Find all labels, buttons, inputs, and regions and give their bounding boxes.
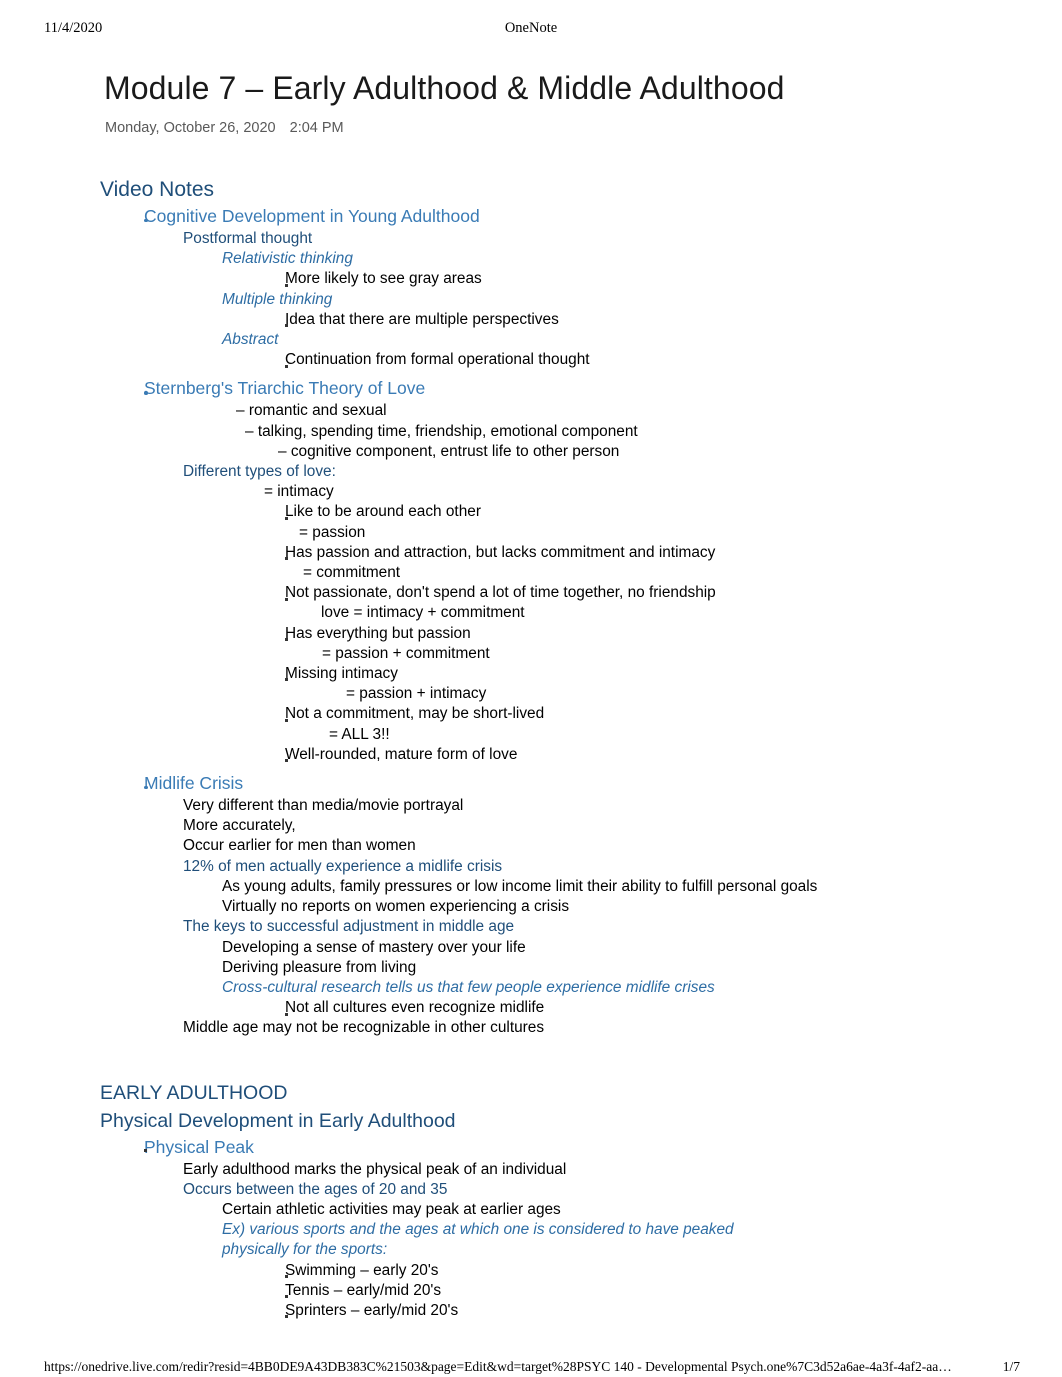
heading-early-adulthood: EARLY ADULTHOOD — [100, 1081, 288, 1104]
text-eq-intimacy-commitment: love = intimacy + commitment — [321, 604, 525, 622]
text-multiple-thinking: Multiple thinking — [222, 290, 333, 308]
text-love-liking-label: Like to be around each other — [285, 503, 481, 521]
text-multiple-detail: Idea that there are multiple perspective… — [263, 310, 1062, 330]
text-multiple-detail-label: Idea that there are multiple perspective… — [285, 310, 559, 328]
text-sport-swimming: Swimming – early 20's — [285, 1261, 439, 1279]
text-love-liking: Like to be around each other — [263, 502, 1062, 522]
text-key-1: Developing a sense of mastery over your … — [222, 938, 526, 956]
text-eq-intimacy: = intimacy — [264, 483, 334, 501]
text-sport-tennis: Tennis – early/mid 20's — [285, 1281, 442, 1299]
text-love-empty-label: Not passionate, don't spend a lot of tim… — [285, 584, 716, 602]
text-midlife-stat-detail-1: As young adults, family pressures or low… — [222, 877, 818, 895]
text-sternberg-dash-3: – cognitive component, entrust life to o… — [278, 442, 620, 460]
text-midlife-line-3: Occur earlier for men than women — [183, 837, 416, 855]
text-relativistic-thinking: Relativistic thinking — [222, 250, 353, 268]
text-eq-commitment: = commitment — [303, 564, 401, 582]
text-relativistic-detail-label: More likely to see gray areas — [285, 270, 482, 288]
text-love-fatuous: Missing intimacy — [263, 664, 1062, 684]
text-sternberg-dash-1: – romantic and sexual — [236, 402, 387, 420]
text-sport-sprinters: Sprinters – early/mid 20's — [285, 1301, 459, 1319]
text-sternberg-dash-2: – talking, spending time, friendship, em… — [245, 422, 638, 440]
page-time: 2:04 PM — [289, 120, 344, 136]
heading-sternberg-theory-label: Sternberg's Triarchic Theory of Love — [144, 378, 426, 399]
print-footer-url: https://onedrive.live.com/redir?resid=4B… — [44, 1359, 952, 1374]
text-eq-passion-commitment: = passion + commitment — [322, 644, 490, 662]
text-midlife-closing: Middle age may not be recognizable in ot… — [183, 1019, 545, 1037]
text-abstract-detail: Continuation from formal operational tho… — [263, 350, 1062, 370]
text-cross-cultural-detail-label: Not all cultures even recognize midlife — [285, 999, 545, 1017]
text-love-infatuation: Has passion and attraction, but lacks co… — [263, 543, 1062, 563]
page-timestamp: Monday, October 26, 2020 2:04 PM — [105, 120, 344, 136]
text-midlife-statistic: 12% of men actually experience a midlife… — [183, 857, 503, 875]
text-cross-cultural-research: Cross-cultural research tells us that fe… — [222, 978, 715, 996]
text-abstract-detail-label: Continuation from formal operational tho… — [285, 351, 590, 369]
text-love-consummate: Well-rounded, mature form of love — [263, 745, 1062, 765]
text-physical-peak-line-3: Certain athletic activities may peak at … — [222, 1200, 561, 1218]
text-love-consummate-label: Well-rounded, mature form of love — [285, 745, 518, 763]
text-cross-cultural-detail: Not all cultures even recognize midlife — [263, 998, 1062, 1018]
text-love-companionate-label: Has everything but passion — [285, 624, 471, 642]
text-love-empty: Not passionate, don't spend a lot of tim… — [263, 583, 1062, 603]
text-midlife-line-2: More accurately, — [183, 817, 296, 835]
heading-physical-development: Physical Development in Early Adulthood — [100, 1109, 456, 1132]
heading-cognitive-development: Cognitive Development in Young Adulthood — [124, 204, 1062, 229]
text-relativistic-detail: More likely to see gray areas — [263, 269, 1062, 289]
heading-midlife-crisis: Midlife Crisis — [124, 771, 1062, 796]
text-physical-peak-line-2: Occurs between the ages of 20 and 35 — [183, 1180, 448, 1198]
heading-midlife-crisis-label: Midlife Crisis — [144, 773, 244, 794]
text-love-romantic-label: Not a commitment, may be short-lived — [285, 705, 545, 723]
text-love-infatuation-label: Has passion and attraction, but lacks co… — [285, 543, 716, 561]
list-item: Swimming – early 20's — [263, 1261, 1062, 1281]
text-physical-peak-example-intro: Ex) various sports and the ages at which… — [222, 1221, 734, 1259]
page-date: Monday, October 26, 2020 — [105, 120, 276, 136]
text-love-fatuous-label: Missing intimacy — [285, 665, 398, 683]
page-title: Module 7 – Early Adulthood & Middle Adul… — [104, 70, 785, 106]
text-midlife-line-1: Very different than media/movie portraya… — [183, 797, 464, 815]
text-midlife-stat-detail-2: Virtually no reports on women experienci… — [222, 898, 570, 916]
document-page: Module 7 – Early Adulthood & Middle Adul… — [0, 0, 1062, 1377]
heading-video-notes: Video Notes — [100, 178, 215, 201]
heading-sternberg-theory: Sternberg's Triarchic Theory of Love — [124, 376, 1062, 401]
text-postformal-thought: Postformal thought — [183, 230, 313, 247]
heading-cognitive-development-label: Cognitive Development in Young Adulthood — [144, 206, 480, 226]
list-item: Sprinters – early/mid 20's — [263, 1301, 1062, 1321]
text-eq-passion-intimacy: = passion + intimacy — [346, 685, 487, 703]
text-key-2: Deriving pleasure from living — [222, 958, 417, 976]
note-content: Video Notes Cognitive Development in You… — [0, 176, 1062, 1321]
text-physical-peak-line-1: Early adulthood marks the physical peak … — [183, 1160, 567, 1178]
print-footer-page-number: 1/7 — [1002, 1359, 1020, 1374]
heading-physical-peak: Physical Peak — [124, 1135, 1062, 1160]
heading-keys-adjustment: The keys to successful adjustment in mid… — [183, 918, 515, 936]
text-love-romantic: Not a commitment, may be short-lived — [263, 704, 1062, 724]
heading-physical-peak-label: Physical Peak — [144, 1136, 254, 1157]
text-eq-passion: = passion — [299, 523, 366, 541]
text-love-companionate: Has everything but passion — [263, 624, 1062, 644]
text-abstract: Abstract — [222, 331, 279, 349]
text-eq-all-three: = ALL 3!! — [329, 725, 390, 743]
heading-types-of-love: Different types of love: — [183, 463, 336, 481]
list-item: Tennis – early/mid 20's — [263, 1281, 1062, 1301]
